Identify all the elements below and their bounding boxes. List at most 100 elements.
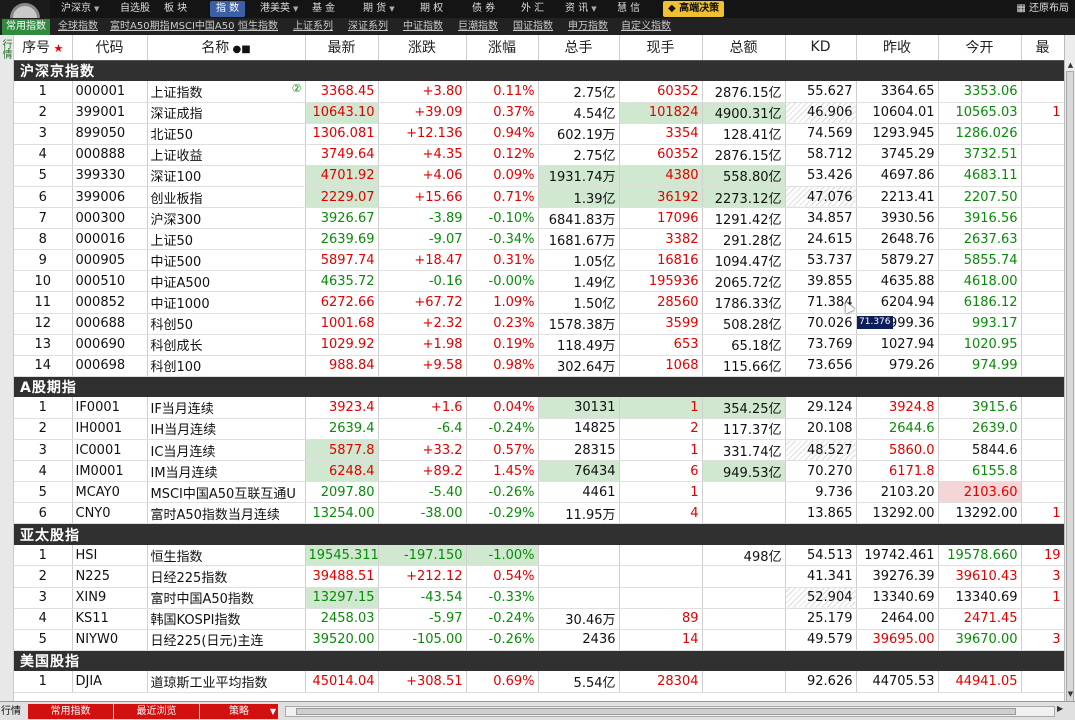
section-header[interactable]: 沪深京指数: [14, 60, 1064, 81]
cell-kd: 55.627: [785, 81, 857, 103]
top-menu-item[interactable]: 慧 信: [611, 1, 646, 17]
star-icon[interactable]: ★: [50, 42, 64, 55]
index-tab[interactable]: 全球指数: [58, 19, 98, 35]
cell-name: 上证指数 ②: [147, 81, 306, 103]
scroll-down-arrow-icon[interactable]: ▼: [1066, 690, 1075, 699]
table-row[interactable]: 12 000688 科创50 1001.68 +2.32 0.23% 1578.38万 359…: [14, 313, 1064, 335]
column-header[interactable]: 现手: [619, 35, 703, 61]
column-header[interactable]: 昨收: [856, 35, 939, 61]
table-row[interactable]: 2 N225 日经225指数 39488.51 +212.12 0.54% 41.341 39…: [14, 565, 1064, 588]
table-row[interactable]: 10 000510 中证A500 4635.72 -0.16 -0.00% 1.49亿 195…: [14, 270, 1064, 293]
cell-prev: 2464.00: [856, 608, 939, 630]
restore-layout-button[interactable]: ▦ 还原布局: [1016, 1, 1069, 17]
cell-code: 399001: [72, 102, 148, 124]
left-quote-tab[interactable]: 行情: [0, 35, 14, 701]
table-row[interactable]: 6 399006 创业板指 2229.07 +15.66 0.71% 1.39亿 36192 2…: [14, 186, 1064, 209]
table-row[interactable]: 2 IH0001 IH当月连续 2639.4 -6.4 -0.24% 14825 2 117.3…: [14, 418, 1064, 441]
scroll-right-arrow-icon[interactable]: ▶: [1057, 704, 1063, 713]
table-row[interactable]: 4 IM0001 IM当月连续 6248.4 +89.2 1.45% 76434 6 949.5…: [14, 460, 1064, 483]
table-row[interactable]: 8 000016 上证50 2639.69 -9.07 -0.34% 1681.67万 338…: [14, 228, 1064, 251]
column-header[interactable]: 今开: [938, 35, 1022, 61]
column-header[interactable]: 最新: [305, 35, 379, 61]
cell-prev: 2213.41: [856, 186, 939, 209]
bottom-tab-common-index[interactable]: 常用指数: [28, 704, 113, 719]
table-row[interactable]: 11 000852 中证1000 6272.66 +67.72 1.09% 1.50亿 285…: [14, 291, 1064, 314]
column-header[interactable]: KD: [785, 35, 857, 61]
table-row[interactable]: 7 000300 沪深300 3926.67 -3.89 -0.10% 6841.83万 17…: [14, 207, 1064, 230]
cell-no: 5: [14, 629, 73, 651]
table-row[interactable]: 1 000001 上证指数 ② 3368.45 +3.80 0.11% 2.75亿 60352 2…: [14, 81, 1064, 103]
table-row[interactable]: 1 DJIA 道琼斯工业平均指数 45014.04 +308.51 0.69% 5.54亿 2…: [14, 671, 1064, 693]
column-header[interactable]: 代码: [72, 35, 148, 61]
column-header[interactable]: 序号 ★: [14, 35, 73, 61]
horizontal-scroll-thumb[interactable]: [296, 708, 1016, 715]
table-row[interactable]: 1 IF0001 IF当月连续 3923.4 +1.6 0.04% 30131 1 354.25…: [14, 397, 1064, 419]
diamond-icon: ◆: [668, 3, 680, 14]
column-header[interactable]: 涨跌: [378, 35, 467, 61]
table-row[interactable]: 2 399001 深证成指 10643.10 +39.09 0.37% 4.54亿 10182…: [14, 102, 1064, 124]
bottom-tab-recent[interactable]: 最近浏览: [114, 704, 199, 719]
section-header[interactable]: 亚太股指: [14, 523, 1064, 545]
index-tab[interactable]: 巨潮指数: [458, 19, 498, 35]
index-tab[interactable]: 申万指数: [568, 19, 608, 35]
cell-code: KS11: [72, 608, 148, 630]
index-tab[interactable]: 深证系列: [348, 19, 388, 35]
cell-value: +212.12: [406, 569, 463, 585]
top-menu-item[interactable]: 基 金: [306, 1, 341, 17]
display-toggle-icon[interactable]: ●■: [229, 44, 250, 55]
table-row[interactable]: 5 MCAY0 MSCI中国A50互联互通U 2097.80 -5.40 -0.26% 44…: [14, 481, 1064, 504]
section-header[interactable]: A股期指: [14, 376, 1064, 398]
column-header[interactable]: 总手: [538, 35, 620, 61]
bottom-tab-quote[interactable]: 行情: [1, 704, 21, 719]
cell-last: 3926.67: [305, 207, 379, 230]
table-row[interactable]: 13 000690 科创成长 1029.92 +1.98 0.19% 118.49万 653 6…: [14, 334, 1064, 356]
section-header[interactable]: 美国股指: [14, 650, 1064, 672]
index-tab[interactable]: 中证指数: [403, 19, 443, 35]
cell-name: 中证500: [147, 249, 306, 272]
cell-prev: 13292.00: [856, 502, 939, 525]
index-tab[interactable]: MSCI中国A50: [170, 19, 234, 35]
top-menu-item[interactable]: 资 讯 ▼: [559, 1, 603, 17]
table-row[interactable]: 9 000905 中证500 5897.74 +18.47 0.31% 1.05亿 16816…: [14, 249, 1064, 272]
table-row[interactable]: 3 XIN9 富时中国A50指数 13297.15 -43.54 -0.33% 52.904…: [14, 587, 1064, 609]
bottom-tab-strategy[interactable]: 策略 ▼: [200, 704, 278, 719]
table-row[interactable]: 14 000698 科创100 988.84 +9.58 0.98% 302.64万 1068…: [14, 355, 1064, 377]
table-row[interactable]: 1 HSI 恒生指数 19545.311 -197.150 -1.00% 498亿 54.51…: [14, 544, 1064, 567]
top-menu-item[interactable]: 外 汇: [515, 1, 550, 17]
top-menu-item[interactable]: 板 块: [158, 1, 193, 17]
cell-hi: 1: [1021, 587, 1064, 609]
column-header[interactable]: 涨幅: [466, 35, 539, 61]
index-tab[interactable]: 自定义指数: [621, 19, 671, 35]
top-menu-item[interactable]: 期 货 ▼: [357, 1, 401, 17]
table-row[interactable]: 3 IC0001 IC当月连续 5877.8 +33.2 0.57% 28315 1 331.7…: [14, 439, 1064, 462]
table-row[interactable]: 5 399330 深证100 4701.92 +4.06 0.09% 1931.74万 438…: [14, 165, 1064, 187]
table-row[interactable]: 6 CNY0 富时A50指数当月连续 13254.00 -38.00 -0.29% 11.9…: [14, 502, 1064, 525]
table-row[interactable]: 3 899050 北证50 1306.081 +12.136 0.94% 602.19万 33…: [14, 123, 1064, 145]
top-menu-item[interactable]: 指 数: [210, 1, 246, 17]
column-header[interactable]: 名称 ●■: [147, 35, 306, 61]
vertical-scrollbar[interactable]: ▲ ▼: [1064, 35, 1075, 713]
index-tab[interactable]: 常用指数: [2, 19, 50, 35]
cell-cur: 1: [619, 481, 703, 504]
cell-last: 3923.4: [305, 397, 379, 419]
cell-value: 53.737: [807, 252, 853, 268]
scroll-thumb[interactable]: [1066, 71, 1074, 713]
table-row[interactable]: 4 KS11 韩国KOSPI指数 2458.03 -5.97 -0.24% 30.46万 89…: [14, 608, 1064, 630]
top-menu-item[interactable]: 期 权: [414, 1, 449, 17]
index-tab[interactable]: 上证系列: [293, 19, 333, 35]
column-header[interactable]: 总额: [702, 35, 786, 61]
top-menu-item[interactable]: 港美英 ▼: [254, 1, 304, 17]
cell-value: 1786.33亿: [714, 296, 782, 312]
column-header[interactable]: 最: [1021, 35, 1064, 61]
premium-decision-button[interactable]: ◆ 高端决策: [663, 1, 725, 17]
index-tab[interactable]: 国证指数: [513, 19, 553, 35]
top-menu-item[interactable]: 债 券: [466, 1, 501, 17]
index-tab[interactable]: 恒生指数: [238, 19, 278, 35]
horizontal-scrollbar[interactable]: [285, 706, 1055, 717]
index-tab[interactable]: 富时A50期指: [110, 19, 170, 35]
top-menu-item[interactable]: 沪深京 ▼: [55, 1, 105, 17]
top-menu-item[interactable]: 自选股: [114, 1, 156, 17]
table-row[interactable]: 5 NIYW0 日经225(日元)主连 39520.00 -105.00 -0.26% 24…: [14, 629, 1064, 651]
table-row[interactable]: 4 000888 上证收益 3749.64 +4.35 0.12% 2.75亿 60352 28…: [14, 144, 1064, 166]
scroll-up-arrow-icon[interactable]: ▲: [1066, 61, 1075, 70]
